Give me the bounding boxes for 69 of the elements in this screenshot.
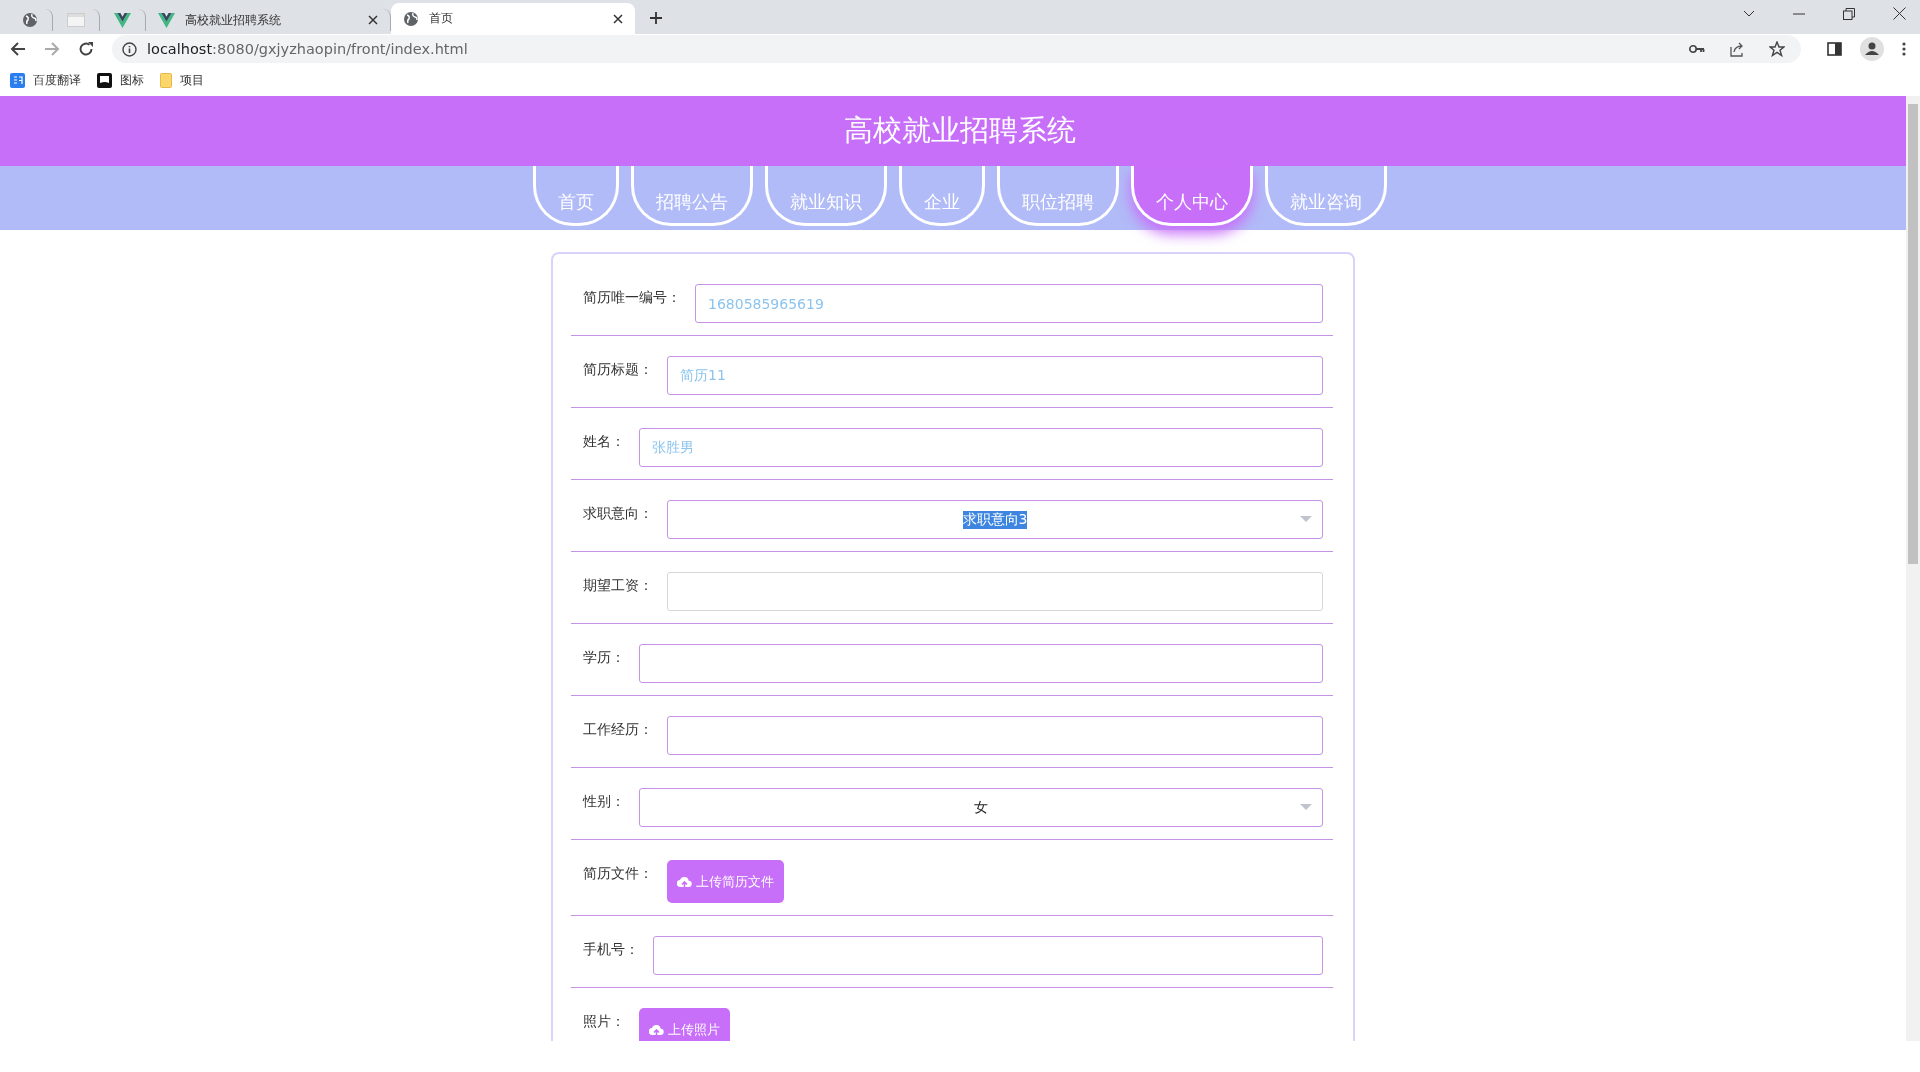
select-value: 求职意向3 bbox=[962, 510, 1028, 529]
field-label: 简历唯一编号： bbox=[583, 288, 681, 307]
select-value: 女 bbox=[974, 798, 988, 817]
nav-tab[interactable]: 职位招聘 bbox=[997, 166, 1119, 226]
tab-title: 首页 bbox=[429, 10, 454, 27]
side-panel-icon[interactable] bbox=[1827, 42, 1842, 56]
field-label: 简历文件： bbox=[583, 864, 653, 883]
info-icon bbox=[122, 41, 137, 57]
minimize-icon[interactable] bbox=[1793, 12, 1805, 15]
text-field[interactable]: 简历11 bbox=[667, 356, 1323, 395]
select-field[interactable]: 女 bbox=[639, 788, 1323, 827]
more-icon[interactable] bbox=[1902, 42, 1906, 56]
page-icon bbox=[67, 13, 85, 27]
site-title: 高校就业招聘系统 bbox=[844, 112, 1076, 149]
scrollbar[interactable] bbox=[1906, 96, 1920, 1041]
close-icon[interactable] bbox=[368, 15, 378, 25]
text-field[interactable] bbox=[639, 644, 1323, 683]
folder-icon bbox=[160, 72, 172, 88]
field-label: 简历标题： bbox=[583, 360, 653, 379]
select-field[interactable]: 求职意向3 bbox=[667, 500, 1323, 539]
nav-tab[interactable]: 首页 bbox=[533, 166, 619, 226]
field-label: 性别： bbox=[583, 792, 625, 811]
v-logo-icon bbox=[114, 12, 131, 28]
bookmark[interactable]: 图标 bbox=[97, 71, 144, 89]
field-label: 工作经历： bbox=[583, 720, 653, 739]
nav-tab[interactable]: 个人中心 bbox=[1131, 166, 1253, 226]
field-label: 求职意向： bbox=[583, 504, 653, 523]
tab-title: 高校就业招聘系统 bbox=[185, 11, 282, 29]
nav-tab[interactable]: 就业咨询 bbox=[1265, 166, 1387, 226]
flag-icon bbox=[97, 72, 112, 88]
address-bar[interactable]: localhost:8080/gxjyzhaopin/front/index.html bbox=[112, 35, 1801, 63]
text-field[interactable] bbox=[667, 716, 1323, 755]
field-label: 照片： bbox=[583, 1012, 625, 1031]
text-field[interactable]: 1680585965619 bbox=[695, 284, 1323, 323]
field-label: 期望工资： bbox=[583, 576, 653, 595]
upload-button[interactable]: 上传照片 bbox=[639, 1008, 730, 1041]
restore-icon[interactable] bbox=[1843, 7, 1855, 20]
nav-tab[interactable]: 招聘公告 bbox=[631, 166, 753, 226]
globe-icon bbox=[403, 10, 419, 27]
plus-icon[interactable] bbox=[649, 11, 663, 25]
nav-tab[interactable]: 企业 bbox=[899, 166, 985, 226]
back-icon[interactable] bbox=[10, 41, 26, 57]
translate-icon bbox=[10, 72, 25, 88]
text-field[interactable] bbox=[653, 936, 1323, 975]
upload-button[interactable]: 上传简历文件 bbox=[667, 860, 784, 903]
field-label: 姓名： bbox=[583, 432, 625, 451]
close-icon[interactable] bbox=[613, 13, 623, 24]
text-field[interactable]: 张胜男 bbox=[639, 428, 1323, 467]
v-logo-icon bbox=[158, 12, 175, 28]
key-icon[interactable] bbox=[1689, 45, 1705, 53]
close-icon[interactable] bbox=[1893, 7, 1906, 20]
caret-icon bbox=[1300, 804, 1312, 810]
cloud-upload-icon bbox=[649, 1023, 664, 1036]
profile-avatar-icon[interactable] bbox=[1860, 37, 1884, 61]
reload-icon[interactable] bbox=[78, 41, 94, 57]
chevron-down-icon[interactable] bbox=[1743, 9, 1755, 18]
field-label: 手机号： bbox=[583, 940, 639, 959]
field-label: 学历： bbox=[583, 648, 625, 667]
bookmark[interactable]: 项目 bbox=[160, 71, 204, 89]
cloud-upload-icon bbox=[677, 875, 692, 888]
url-text: localhost:8080/gxjyzhaopin/front/index.html bbox=[147, 41, 468, 57]
browser-tab[interactable]: 首页 bbox=[391, 3, 635, 34]
nav-tab[interactable]: 就业知识 bbox=[765, 166, 887, 226]
globe-icon bbox=[22, 12, 38, 28]
caret-icon bbox=[1300, 516, 1312, 522]
text-field[interactable] bbox=[667, 572, 1323, 611]
star-icon[interactable] bbox=[1769, 41, 1785, 57]
bookmark[interactable]: 百度翻译 bbox=[10, 71, 81, 89]
share-icon[interactable] bbox=[1729, 41, 1745, 57]
